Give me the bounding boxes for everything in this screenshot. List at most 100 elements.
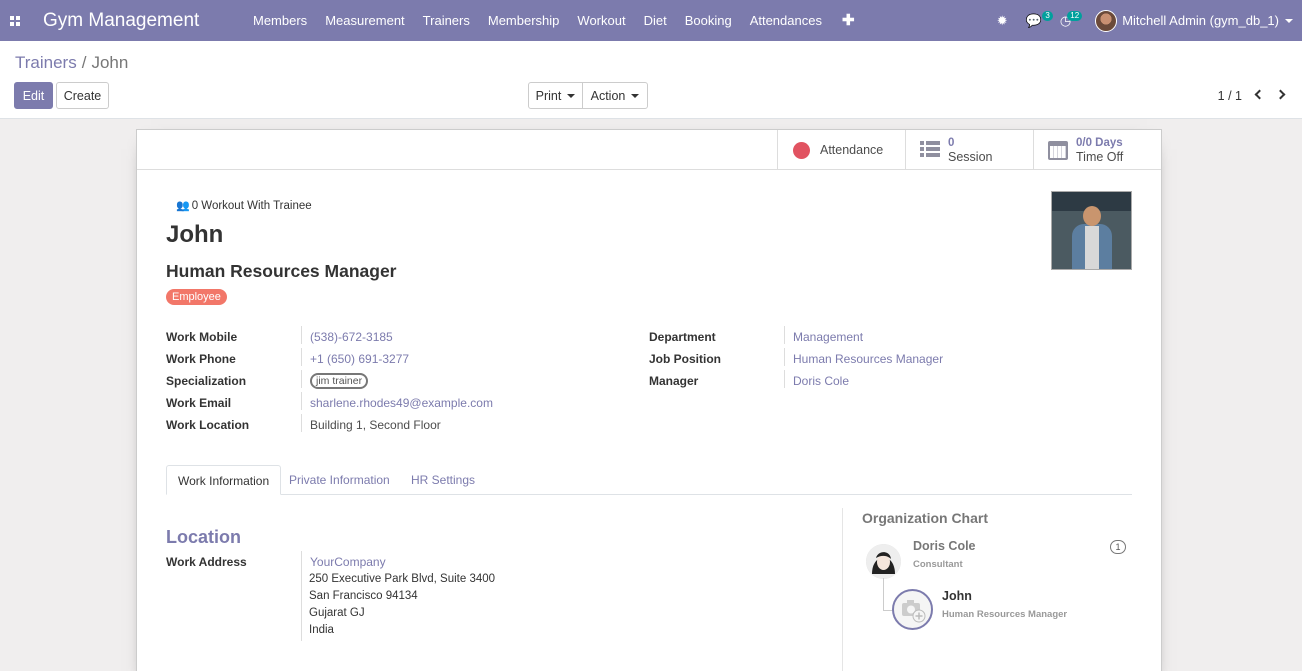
attendance-button[interactable]: Attendance	[777, 130, 905, 170]
form-sheet: Attendance 0 Session 0/0 Days Time Off 👥…	[136, 129, 1162, 671]
action-caret-icon	[631, 93, 640, 98]
department-value[interactable]: Management	[793, 330, 863, 344]
breadcrumb-trainers-link[interactable]: Trainers	[15, 53, 77, 72]
menu-booking[interactable]: Booking	[676, 0, 741, 41]
time-off-label: Time Off	[1076, 150, 1124, 164]
pager-value[interactable]: 1 / 1	[1218, 89, 1242, 103]
session-button[interactable]: 0 Session	[905, 130, 1033, 170]
menu-attendances[interactable]: Attendances	[741, 0, 831, 41]
field-department: Department Management	[649, 326, 1099, 348]
field-work-address: Work Address YourCompany	[166, 551, 466, 641]
work-mobile-value[interactable]: (538)-672-3185	[310, 330, 393, 344]
session-label: Session	[948, 150, 993, 164]
user-avatar[interactable]	[1095, 9, 1118, 32]
action-dropdown-button[interactable]: Action	[582, 82, 648, 109]
activities-clock-icon[interactable]: ◷ 12	[1051, 0, 1083, 41]
edit-button[interactable]: Edit	[14, 82, 53, 109]
tab-work-information[interactable]: Work Information	[166, 465, 282, 495]
print-caret-icon	[567, 93, 576, 98]
add-menu-icon[interactable]: ✚	[831, 0, 866, 41]
field-label: Job Position	[649, 352, 721, 366]
time-off-button[interactable]: 0/0 Days Time Off	[1033, 130, 1161, 170]
address-line: Gujarat GJ	[309, 607, 365, 619]
address-line: 250 Executive Park Blvd, Suite 3400	[309, 573, 496, 585]
print-label: Print	[535, 88, 562, 103]
apps-menu-icon[interactable]	[0, 0, 30, 41]
debug-bug-icon[interactable]: ✹	[988, 0, 1017, 41]
field-label: Work Address	[166, 555, 247, 569]
work-email-value[interactable]: sharlene.rhodes49@example.com	[310, 396, 493, 410]
list-icon	[920, 141, 940, 159]
org-self-name: John	[942, 589, 972, 603]
job-position-value[interactable]: Human Resources Manager	[793, 352, 943, 366]
field-label: Work Phone	[166, 352, 236, 366]
manager-avatar[interactable]	[866, 544, 901, 579]
work-location-value[interactable]: Building 1, Second Floor	[310, 418, 441, 432]
field-job-position: Job Position Human Resources Manager	[649, 348, 1099, 370]
field-label: Department	[649, 330, 716, 344]
field-manager: Manager Doris Cole	[649, 370, 1099, 392]
print-dropdown-button[interactable]: Print	[528, 82, 583, 109]
workout-with-trainee-link[interactable]: 👥 0 Workout With Trainee	[176, 199, 312, 212]
user-menu-caret-icon[interactable]	[1285, 18, 1293, 23]
breadcrumb-separator: /	[81, 53, 87, 72]
menu-workout[interactable]: Workout	[568, 0, 634, 41]
field-work-email: Work Email sharlene.rhodes49@example.com	[166, 392, 616, 414]
pager-previous-button[interactable]	[1250, 85, 1270, 105]
menu-measurement[interactable]: Measurement	[316, 0, 413, 41]
menu-membership[interactable]: Membership	[479, 0, 569, 41]
specialization-tag[interactable]: jim trainer	[310, 373, 369, 389]
employee-tag[interactable]: Employee	[166, 289, 227, 305]
field-work-mobile: Work Mobile (538)-672-3185	[166, 326, 616, 348]
org-manager-name[interactable]: Doris Cole	[913, 539, 976, 553]
time-off-days: 0/0 Days	[1076, 137, 1123, 149]
chevron-left-icon	[1254, 89, 1265, 100]
users-icon: 👥	[176, 200, 190, 212]
calendar-icon	[1048, 140, 1068, 160]
work-address-company-link[interactable]: YourCompany	[310, 555, 386, 569]
messages-icon[interactable]: 💬 3	[1017, 0, 1053, 41]
field-work-phone: Work Phone +1 (650) 691-3277	[166, 348, 616, 370]
main-menu: Members Measurement Trainers Membership …	[244, 0, 866, 41]
org-subordinates-count[interactable]: 1	[1110, 540, 1126, 554]
smart-button-box: Attendance 0 Session 0/0 Days Time Off	[137, 130, 1161, 170]
self-avatar-placeholder-icon[interactable]	[892, 589, 933, 630]
employee-job-title[interactable]: Human Resources Manager	[166, 261, 397, 282]
work-phone-value[interactable]: +1 (650) 691-3277	[310, 352, 409, 366]
menu-members[interactable]: Members	[244, 0, 316, 41]
workout-with-trainee-label: 0 Workout With Trainee	[191, 200, 312, 212]
field-label: Work Email	[166, 396, 232, 410]
pager-next-button[interactable]	[1273, 85, 1293, 105]
menu-trainers[interactable]: Trainers	[414, 0, 479, 41]
field-work-location: Work Location Building 1, Second Floor	[166, 414, 616, 436]
control-panel: Trainers / John Edit Create Print Action 1…	[0, 41, 1302, 119]
menu-diet[interactable]: Diet	[635, 0, 676, 41]
field-label: Work Location	[166, 418, 250, 432]
field-label: Specialization	[166, 374, 247, 388]
app-title[interactable]: Gym Management	[43, 10, 243, 32]
action-label: Action	[590, 88, 626, 103]
breadcrumb: Trainers / John	[15, 53, 128, 73]
field-specialization: Specialization jim trainer	[166, 370, 616, 392]
employee-name[interactable]: John	[166, 221, 223, 249]
user-menu-name[interactable]: Mitchell Admin (gym_db_1)	[1122, 13, 1279, 28]
column-divider	[842, 508, 843, 671]
org-connector	[883, 578, 884, 610]
notebook-tabs: Work Information Private Information HR …	[166, 465, 1132, 495]
address-line: San Francisco 94134	[309, 590, 418, 602]
activities-count-badge: 12	[1067, 11, 1083, 21]
address-line: India	[309, 624, 334, 636]
attendance-status-icon	[793, 141, 810, 159]
employee-photo[interactable]	[1051, 191, 1132, 270]
field-label: Manager	[649, 374, 699, 388]
org-self-job: Human Resources Manager	[942, 609, 1068, 620]
location-section-title: Location	[166, 527, 241, 547]
tab-private-information[interactable]: Private Information	[278, 465, 401, 495]
create-button[interactable]: Create	[56, 82, 109, 109]
manager-value[interactable]: Doris Cole	[793, 374, 849, 388]
org-manager-job: Consultant	[913, 559, 963, 570]
session-count: 0	[948, 137, 955, 149]
tab-hr-settings[interactable]: HR Settings	[400, 465, 486, 495]
top-navbar: Gym Management Members Measurement Train…	[0, 0, 1302, 41]
attendance-label: Attendance	[820, 143, 884, 157]
